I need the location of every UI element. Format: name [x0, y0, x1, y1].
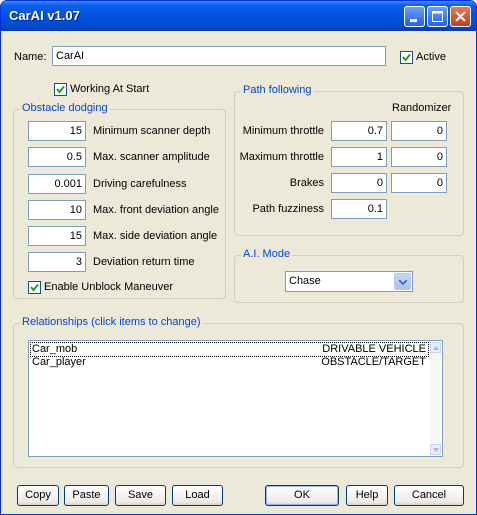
relationships-group: Relationships (click items to change) Ca… [13, 316, 464, 468]
save-button[interactable]: Save [115, 485, 166, 506]
ai-mode-group: A.I. Mode Chase [234, 248, 464, 303]
path-following-group: Path following Randomizer Minimum thrott… [234, 84, 464, 236]
arrow-down-icon [433, 448, 439, 452]
title-bar[interactable]: CarAI v1.07 [1, 1, 476, 31]
relationship-type: DRIVABLE VEHICLE [322, 343, 426, 355]
dialog-client-area: Name: CarAI Active Working At Start Obst… [4, 31, 473, 512]
deviation-return-time-label: Deviation return time [93, 256, 195, 268]
minimum-throttle-randomizer-field[interactable]: 0 [391, 121, 447, 141]
list-item[interactable]: Car_mob DRIVABLE VEHICLE [30, 342, 429, 357]
maximize-button[interactable] [427, 6, 448, 27]
relationships-list[interactable]: Car_mob DRIVABLE VEHICLE Car_player OBST… [28, 340, 443, 457]
minimize-button[interactable] [404, 6, 425, 27]
vertical-scrollbar[interactable] [430, 342, 441, 455]
list-item[interactable]: Car_player OBSTACLE/TARGET [31, 356, 428, 369]
randomizer-label: Randomizer [392, 102, 452, 114]
relationship-object-name: Car_player [32, 356, 86, 368]
max-scanner-amplitude-label: Max. scanner amplitude [93, 151, 210, 163]
obstacle-dodging-group: Obstacle dodging 15 Minimum scanner dept… [13, 102, 226, 299]
max-side-deviation-angle-field[interactable]: 15 [28, 226, 86, 246]
cancel-button[interactable]: Cancel [394, 485, 464, 506]
close-icon [455, 11, 466, 22]
copy-button[interactable]: Copy [17, 485, 59, 506]
driving-carefulness-field[interactable]: 0.001 [28, 174, 86, 194]
obstacle-dodging-title: Obstacle dodging [20, 102, 110, 114]
minimum-throttle-field[interactable]: 0.7 [331, 121, 387, 141]
name-label: Name: [14, 51, 47, 63]
minimum-throttle-label: Minimum throttle [242, 125, 324, 137]
load-button[interactable]: Load [172, 485, 223, 506]
ai-mode-title: A.I. Mode [241, 248, 293, 260]
maximum-throttle-randomizer-field[interactable]: 0 [391, 147, 447, 167]
checkmark-icon [402, 53, 411, 62]
maximum-throttle-field[interactable]: 1 [331, 147, 387, 167]
scroll-down-button[interactable] [430, 444, 441, 455]
active-checkbox[interactable] [400, 51, 413, 64]
window-title: CarAI v1.07 [9, 8, 80, 23]
brakes-randomizer-field[interactable]: 0 [391, 173, 447, 193]
relationship-type: OBSTACLE/TARGET [321, 356, 426, 368]
active-label: Active [416, 51, 446, 63]
close-button[interactable] [450, 6, 471, 27]
deviation-return-time-field[interactable]: 3 [28, 252, 86, 272]
maximize-icon [432, 11, 443, 22]
path-fuzziness-field[interactable]: 0.1 [331, 199, 387, 219]
relationship-object-name: Car_mob [32, 343, 78, 355]
chevron-down-icon [399, 280, 407, 285]
brakes-label: Brakes [289, 177, 324, 189]
ai-mode-select[interactable]: Chase [285, 271, 413, 292]
driving-carefulness-label: Driving carefulness [93, 178, 187, 190]
relationships-title: Relationships (click items to change) [20, 316, 203, 328]
max-side-deviation-angle-label: Max. side deviation angle [93, 230, 218, 242]
enable-unblock-maneuver-checkbox[interactable] [28, 281, 41, 294]
max-front-deviation-angle-label: Max. front deviation angle [93, 204, 219, 216]
name-field[interactable]: CarAI [52, 46, 386, 66]
ai-mode-selected-value: Chase [289, 275, 321, 287]
minimize-icon [410, 19, 417, 22]
checkmark-icon [56, 85, 65, 94]
minimum-scanner-depth-field[interactable]: 15 [28, 121, 86, 141]
arrow-up-icon [433, 346, 439, 350]
enable-unblock-maneuver-label: Enable Unblock Maneuver [44, 281, 174, 293]
minimum-scanner-depth-label: Minimum scanner depth [93, 125, 211, 137]
brakes-field[interactable]: 0 [331, 173, 387, 193]
help-button[interactable]: Help [346, 485, 388, 506]
path-fuzziness-label: Path fuzziness [252, 203, 324, 215]
ok-button[interactable]: OK [265, 485, 339, 506]
working-at-start-checkbox[interactable] [54, 83, 67, 96]
path-following-title: Path following [241, 84, 314, 96]
dialog-window: CarAI v1.07 Name: CarAI Active Working A… [0, 0, 477, 515]
max-scanner-amplitude-field[interactable]: 0.5 [28, 147, 86, 167]
working-at-start-label: Working At Start [70, 83, 150, 95]
scroll-up-button[interactable] [430, 342, 441, 353]
checkmark-icon [30, 283, 39, 292]
maximum-throttle-label: Maximum throttle [239, 151, 324, 163]
paste-button[interactable]: Paste [64, 485, 109, 506]
dropdown-button[interactable] [394, 273, 411, 290]
max-front-deviation-angle-field[interactable]: 10 [28, 200, 86, 220]
